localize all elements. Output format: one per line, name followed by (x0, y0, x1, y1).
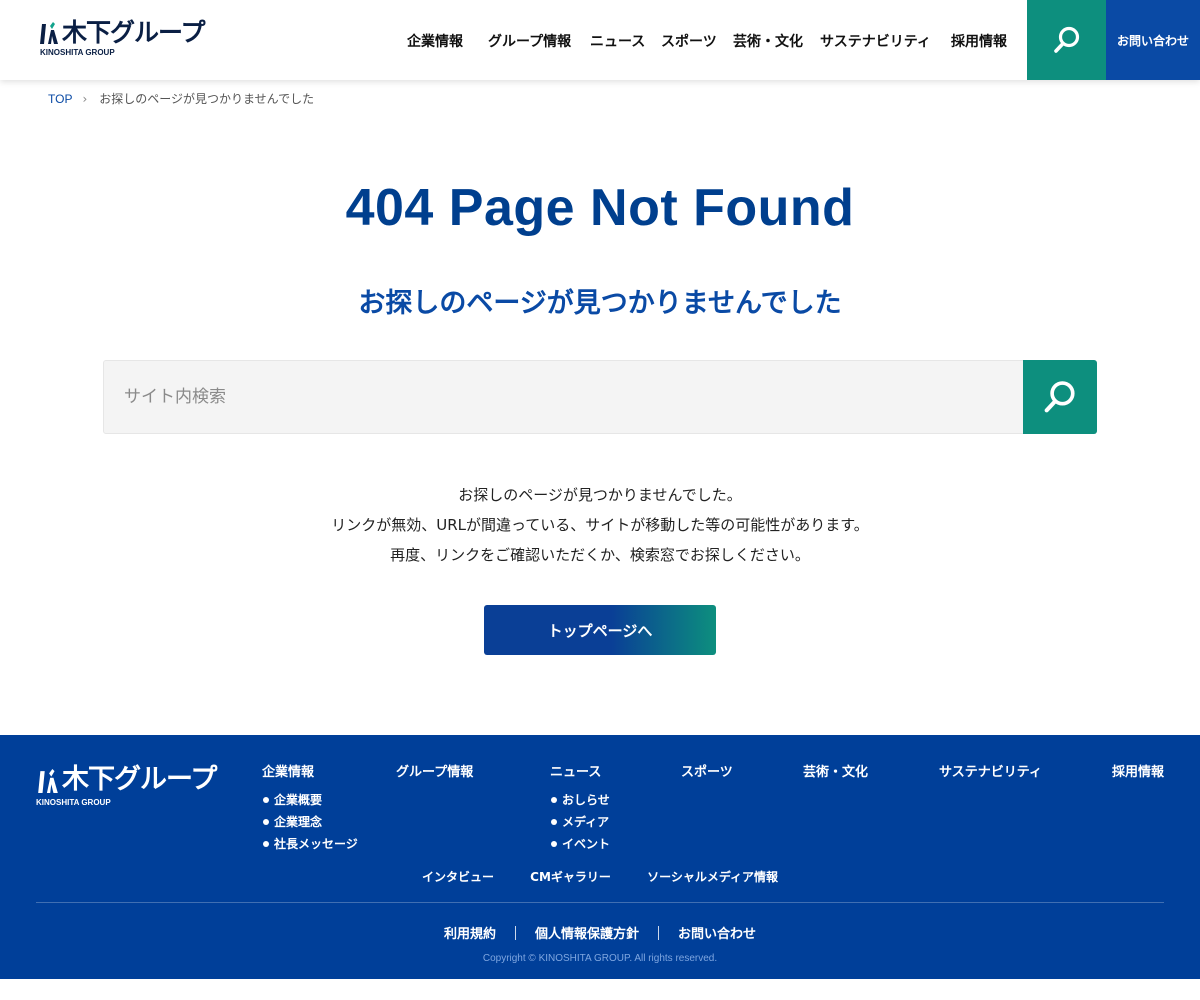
site-footer: 木下グループ KINOSHITA GROUP 企業情報 企業概要 企業理念 社長… (0, 735, 1200, 979)
logo-subtext: KINOSHITA GROUP (40, 48, 115, 57)
header-search-button[interactable] (1027, 0, 1106, 80)
breadcrumb-top-link[interactable]: TOP (48, 92, 72, 106)
footer-heading-news[interactable]: ニュース (550, 761, 610, 780)
logo-mark-icon (40, 22, 58, 44)
footer-column-sports: スポーツ (681, 761, 733, 780)
site-search-input[interactable] (104, 361, 1024, 433)
nav-item-sports[interactable]: スポーツ (661, 31, 717, 51)
footer-column-arts-culture: 芸術・文化 (803, 761, 868, 780)
footer-heading-group[interactable]: グループ情報 (396, 761, 473, 780)
site-logo[interactable]: 木下グループ KINOSHITA GROUP (38, 18, 206, 60)
page-title: 404 Page Not Found (345, 179, 855, 237)
logo-text: 木下グループ (62, 18, 206, 47)
logo-mark-icon (38, 769, 58, 793)
footer-link-philosophy[interactable]: 企業理念 (262, 811, 358, 833)
footer-logo-text: 木下グループ (62, 764, 217, 795)
footer-link-events[interactable]: イベント (550, 833, 610, 855)
not-found-message: お探しのページが見つかりませんでした。 リンクが無効、URLが間違っている、サイ… (0, 480, 1200, 570)
nav-item-company[interactable]: 企業情報 (407, 31, 463, 51)
footer-link-president-message[interactable]: 社長メッセージ (262, 833, 358, 855)
header-contact-button[interactable]: お問い合わせ (1106, 0, 1200, 80)
footer-logo-subtext: KINOSHITA GROUP (36, 798, 111, 807)
nav-item-group[interactable]: グループ情報 (488, 31, 571, 51)
footer-heading-arts-culture[interactable]: 芸術・文化 (803, 761, 868, 780)
footer-link-company-overview[interactable]: 企業概要 (262, 789, 358, 811)
footer-column-company: 企業情報 企業概要 企業理念 社長メッセージ (262, 761, 358, 855)
footer-column-sustainability: サステナビリティ (939, 761, 1042, 780)
footer-link-separator (658, 926, 659, 940)
message-line: お探しのページが見つかりませんでした。 (458, 486, 742, 504)
nav-item-news[interactable]: ニュース (590, 31, 645, 51)
footer-column-group: グループ情報 (396, 761, 473, 780)
footer-link-social-media[interactable]: ソーシャルメディア情報 (647, 868, 778, 885)
nav-item-sustainability[interactable]: サステナビリティ (820, 31, 931, 51)
site-search-form (103, 360, 1097, 434)
footer-heading-company[interactable]: 企業情報 (262, 761, 358, 780)
footer-heading-sustainability[interactable]: サステナビリティ (939, 761, 1042, 780)
breadcrumb-current: お探しのページが見つかりませんでした (99, 92, 315, 106)
message-line: リンクが無効、URLが間違っている、サイトが移動した等の可能性があります。 (331, 516, 869, 534)
footer-column-recruit: 採用情報 (1112, 761, 1164, 780)
footer-heading-recruit[interactable]: 採用情報 (1112, 761, 1164, 780)
footer-column-news: ニュース おしらせ メディア イベント (550, 761, 610, 855)
copyright: Copyright © KINOSHITA GROUP. All rights … (482, 953, 718, 964)
page-subtitle: お探しのページが見つかりませんでした (358, 288, 842, 319)
footer-heading-sports[interactable]: スポーツ (681, 761, 733, 780)
site-header: 木下グループ KINOSHITA GROUP 企業情報 グループ情報 ニュース … (0, 0, 1200, 80)
footer-link-notices[interactable]: おしらせ (550, 789, 610, 811)
footer-secondary-links: インタビュー CMギャラリー ソーシャルメディア情報 (0, 868, 1200, 885)
message-line: 再度、リンクをご確認いただくか、検索窓でお探しください。 (390, 546, 810, 564)
footer-link-terms[interactable]: 利用規約 (444, 923, 496, 942)
breadcrumb: TOP › お探しのページが見つかりませんでした (48, 90, 314, 107)
search-icon (1053, 26, 1079, 53)
footer-link-separator (514, 926, 516, 940)
footer-logo[interactable]: 木下グループ KINOSHITA GROUP (36, 763, 217, 811)
footer-legal-links: 利用規約 個人情報保護方針 お問い合わせ (0, 923, 1200, 942)
footer-divider (36, 902, 1164, 903)
nav-item-arts-culture[interactable]: 芸術・文化 (733, 31, 803, 51)
footer-link-cm-gallery[interactable]: CMギャラリー (530, 868, 611, 885)
nav-item-recruit[interactable]: 採用情報 (951, 31, 1007, 51)
footer-link-interview[interactable]: インタビュー (422, 868, 494, 885)
footer-link-contact[interactable]: お問い合わせ (678, 923, 756, 942)
site-search-submit-button[interactable] (1023, 360, 1097, 434)
footer-link-media[interactable]: メディア (550, 811, 610, 833)
back-to-top-page-button[interactable]: トップページへ (484, 605, 716, 655)
footer-link-privacy[interactable]: 個人情報保護方針 (535, 923, 639, 942)
breadcrumb-separator-icon: › (82, 91, 88, 106)
search-icon (1044, 381, 1075, 413)
